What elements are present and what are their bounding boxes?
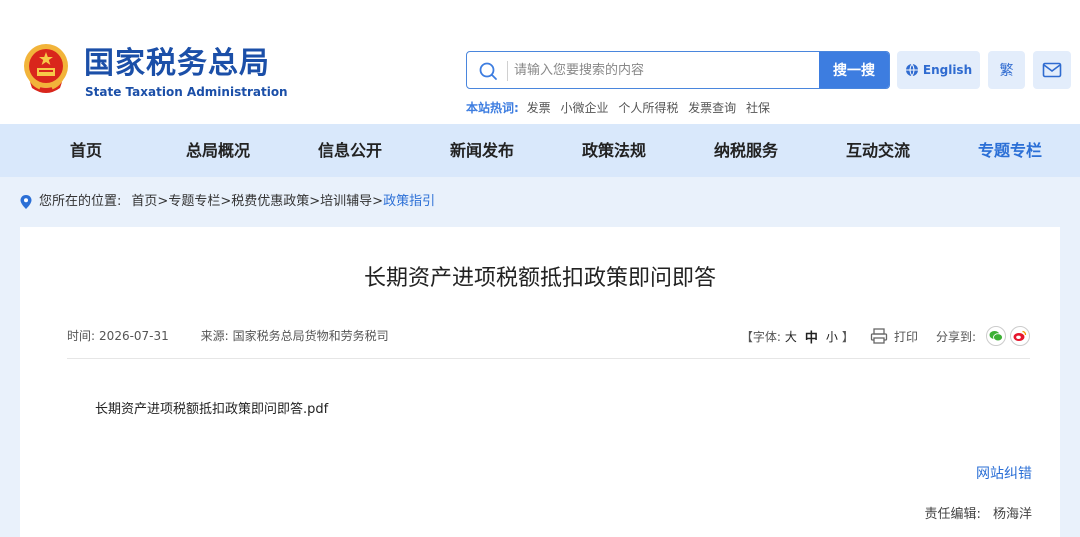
article-time: 时间: 2026-07-31 xyxy=(67,329,169,343)
location-pin-icon xyxy=(20,195,32,209)
hot-words: 本站热词: 发票 小微企业 个人所得税 发票查询 社保 xyxy=(466,100,776,116)
weibo-icon xyxy=(1013,330,1027,341)
breadcrumb: 您所在的位置: 首页 > 专题专栏 > 税费优惠政策 > 培训辅导 > 政策指引 xyxy=(20,192,435,212)
nav-item-interaction[interactable]: 互动交流 xyxy=(846,124,910,177)
breadcrumb-separator: > xyxy=(157,194,169,209)
nav-item-policy[interactable]: 政策法规 xyxy=(582,124,646,177)
hot-word-link[interactable]: 发票查询 xyxy=(688,101,736,115)
breadcrumb-item-training[interactable]: 培训辅导 xyxy=(320,192,372,212)
english-label: English xyxy=(922,63,973,77)
editor-name: 杨海洋 xyxy=(992,507,1032,522)
breadcrumb-separator: > xyxy=(309,194,321,209)
site-logo-title[interactable]: 国家税务总局 xyxy=(84,46,270,82)
mail-icon xyxy=(1042,62,1062,78)
search-input[interactable] xyxy=(514,52,814,88)
time-value: 2026-07-31 xyxy=(99,329,169,343)
source-label: 来源: xyxy=(200,329,229,343)
attachment-pdf-link[interactable]: 长期资产进项税额抵扣政策即问即答.pdf xyxy=(95,401,328,419)
hot-word-link[interactable]: 发票 xyxy=(527,101,551,115)
breadcrumb-separator: > xyxy=(372,194,384,209)
share-wechat-button[interactable] xyxy=(986,326,1006,346)
nav-item-overview[interactable]: 总局概况 xyxy=(186,124,250,177)
nav-item-service[interactable]: 纳税服务 xyxy=(714,124,778,177)
search-box: 搜一搜 xyxy=(466,51,890,89)
traditional-chinese-button[interactable]: 繁 xyxy=(988,51,1025,89)
breadcrumb-separator: > xyxy=(220,194,232,209)
nav-item-news[interactable]: 新闻发布 xyxy=(450,124,514,177)
article-tools: 【字体: 大 中 小 】 打印 分享到: xyxy=(741,323,1030,349)
meta-divider xyxy=(67,358,1030,359)
main-nav: 首页 总局概况 信息公开 新闻发布 政策法规 纳税服务 互动交流 专题专栏 xyxy=(0,124,1080,177)
english-version-button[interactable]: English xyxy=(897,51,980,89)
font-size-open: 【字体: xyxy=(740,329,781,344)
article-meta: 时间: 2026-07-31 来源: 国家税务总局货物和劳务税司 xyxy=(67,328,417,344)
breadcrumb-label: 您所在的位置: xyxy=(39,194,122,209)
time-label: 时间: xyxy=(67,329,96,343)
source-value: 国家税务总局货物和劳务税司 xyxy=(232,329,389,343)
nav-item-home[interactable]: 首页 xyxy=(70,124,102,177)
site-logo-subtitle: State Taxation Administration xyxy=(85,85,288,99)
font-size-small-button[interactable]: 小 xyxy=(826,328,838,345)
breadcrumb-item-tax-incentives[interactable]: 税费优惠政策 xyxy=(231,192,309,212)
wechat-icon xyxy=(989,331,1003,342)
responsible-editor: 责任编辑: 杨海洋 xyxy=(924,506,1032,524)
breadcrumb-item-home[interactable]: 首页 xyxy=(131,192,157,212)
nav-item-topics[interactable]: 专题专栏 xyxy=(978,124,1042,177)
share-label: 分享到: xyxy=(935,329,976,344)
article-title: 长期资产进项税额抵扣政策即问即答 xyxy=(363,266,716,291)
report-error-link[interactable]: 网站纠错 xyxy=(976,464,1032,484)
globe-icon xyxy=(905,63,918,77)
hot-word-link[interactable]: 社保 xyxy=(746,101,770,115)
search-divider xyxy=(507,61,508,81)
breadcrumb-item-policy-guide[interactable]: 政策指引 xyxy=(383,192,435,212)
print-button[interactable]: 打印 xyxy=(894,328,918,345)
font-size-close: 】 xyxy=(841,329,854,344)
search-icon xyxy=(479,62,497,80)
search-button[interactable]: 搜一搜 xyxy=(819,52,889,88)
hot-words-label: 本站热词: xyxy=(466,101,519,115)
font-size-medium-button[interactable]: 中 xyxy=(805,327,818,346)
print-icon[interactable] xyxy=(870,327,888,345)
national-emblem-icon[interactable] xyxy=(20,42,72,98)
hot-word-link[interactable]: 个人所得税 xyxy=(618,101,678,115)
mail-button[interactable] xyxy=(1033,51,1071,89)
share-weibo-button[interactable] xyxy=(1010,326,1030,346)
editor-label: 责任编辑: xyxy=(924,507,981,522)
article-source: 来源: 国家税务总局货物和劳务税司 xyxy=(201,329,389,343)
nav-item-disclosure[interactable]: 信息公开 xyxy=(318,124,382,177)
breadcrumb-item-topics[interactable]: 专题专栏 xyxy=(168,192,220,212)
font-size-large-button[interactable]: 大 xyxy=(785,328,797,345)
hot-word-link[interactable]: 小微企业 xyxy=(560,101,608,115)
article-card: 长期资产进项税额抵扣政策即问即答 时间: 2026-07-31 来源: 国家税务总局… xyxy=(20,227,1060,537)
site-header: 国家税务总局 State Taxation Administration 搜一搜… xyxy=(0,0,1080,124)
